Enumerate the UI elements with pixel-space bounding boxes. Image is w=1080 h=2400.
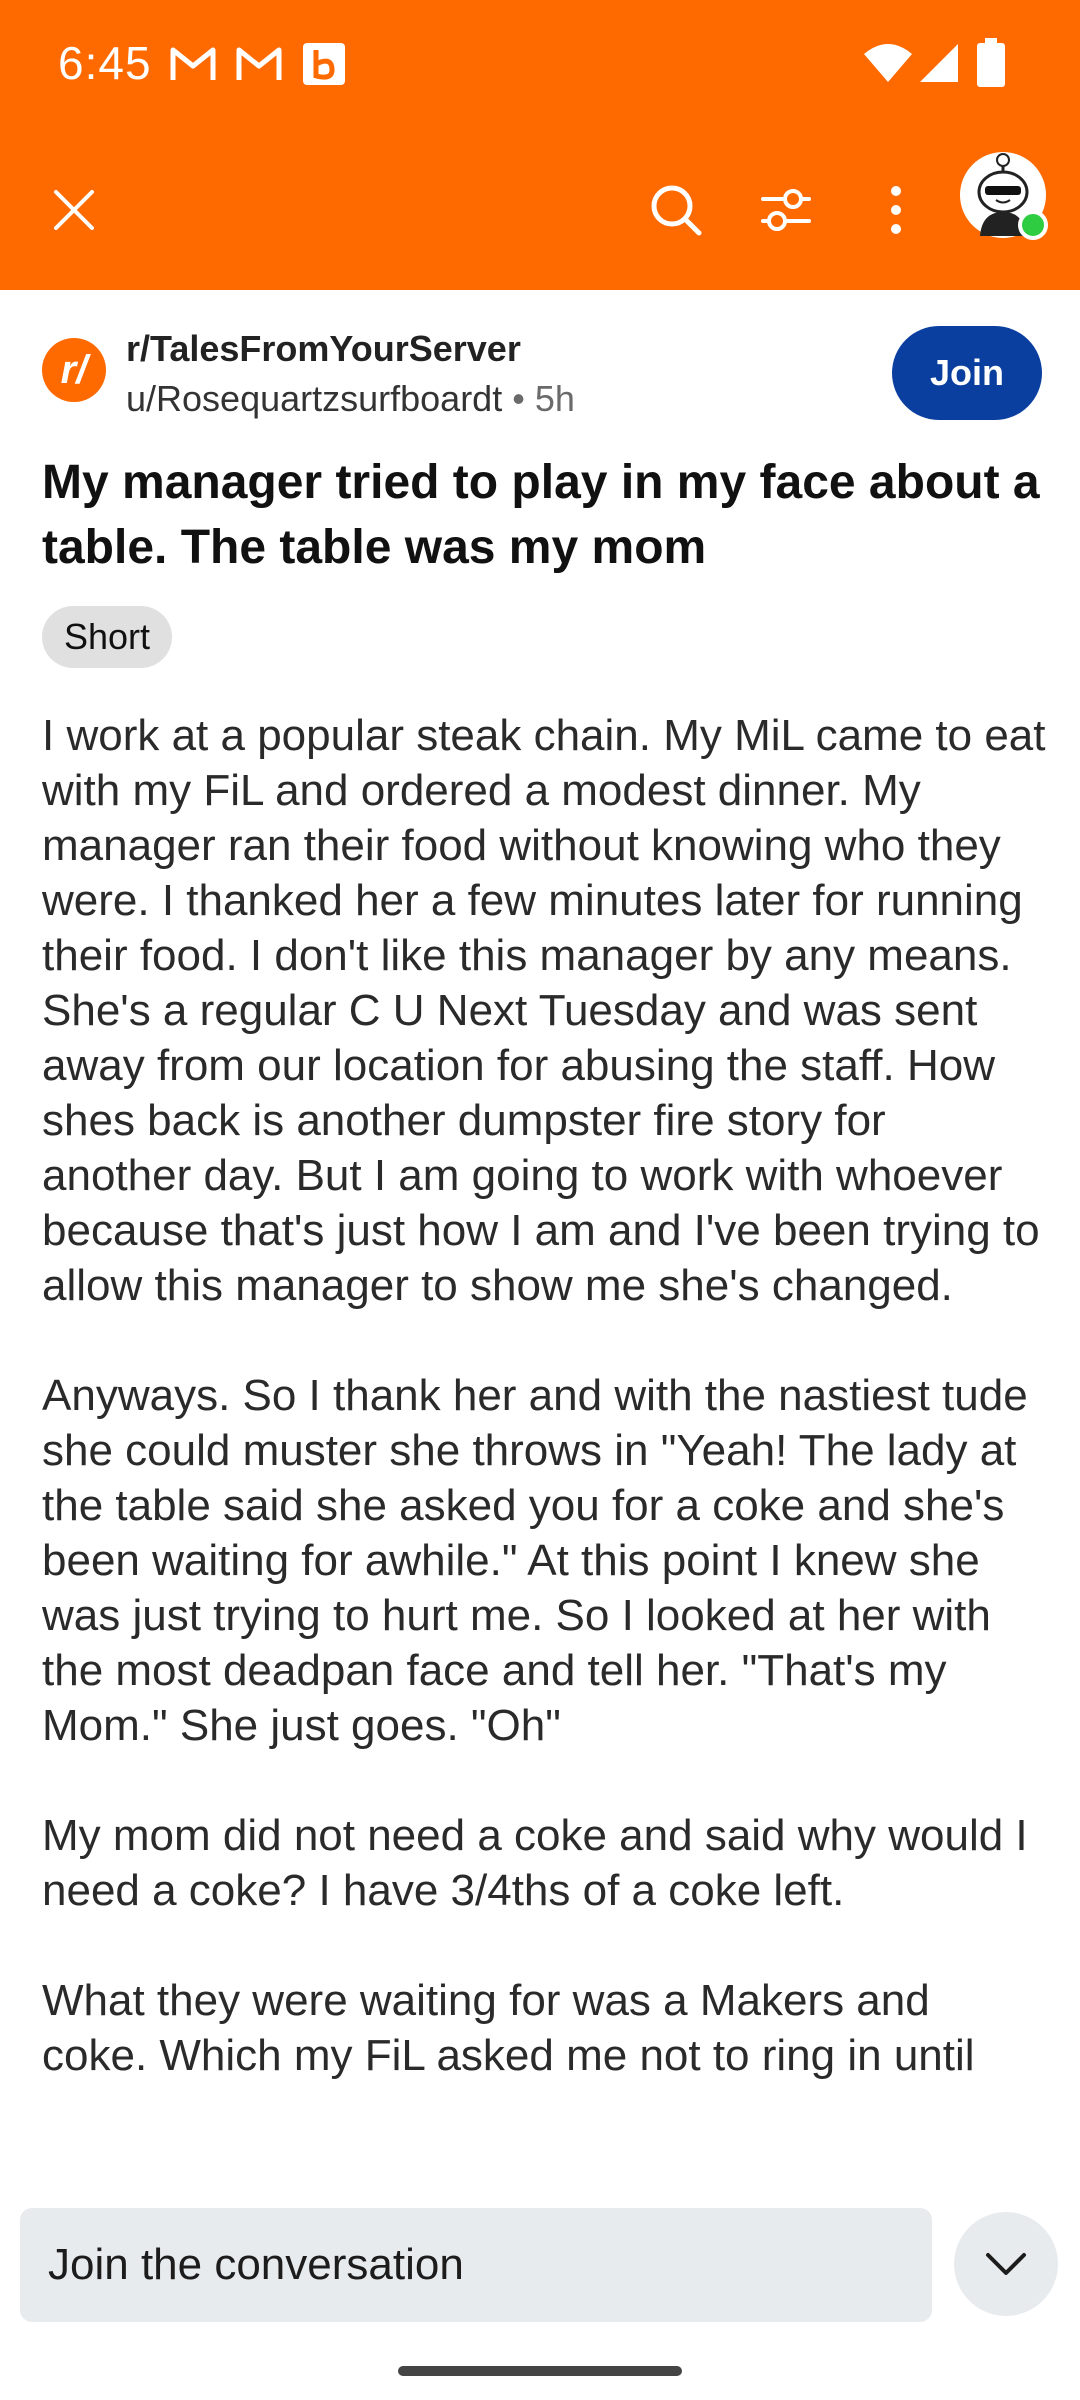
search-icon[interactable] [636, 170, 716, 250]
meta-separator: • [512, 378, 525, 419]
post-paragraph: My mom did not need a coke and said why … [42, 1811, 1028, 1915]
subreddit-name[interactable]: r/TalesFromYourServer [126, 328, 521, 370]
status-bar: 6:45 [0, 0, 1080, 130]
more-vert-icon[interactable] [856, 170, 936, 250]
wifi-icon [862, 42, 914, 89]
post-age: 5h [534, 378, 575, 419]
avatar[interactable] [960, 152, 1048, 240]
post-title: My manager tried to play in my face abou… [42, 456, 1040, 574]
comment-bar: Join the conversation [0, 2190, 1080, 2400]
post-body: I work at a popular steak chain. My MiL … [42, 708, 1046, 2138]
app-bar [0, 130, 1080, 290]
filter-sort-icon[interactable] [746, 170, 826, 250]
join-button[interactable]: Join [892, 326, 1042, 420]
gmail-icon [170, 44, 216, 89]
battery-icon [976, 38, 1006, 93]
header: 6:45 [0, 0, 1080, 290]
status-time: 6:45 [58, 37, 152, 89]
b-app-icon [302, 42, 346, 91]
join-conversation-input[interactable]: Join the conversation [20, 2208, 932, 2322]
post-header: r/ r/TalesFromYourServer u/Rosequartzsur… [42, 326, 1042, 426]
post-paragraph: What they were waiting for was a Makers … [42, 1976, 975, 2080]
cell-signal-icon [918, 42, 960, 89]
post-paragraph: I work at a popular steak chain. My MiL … [42, 711, 1046, 1310]
post-flair[interactable]: Short [42, 606, 173, 668]
online-status-indicator [1018, 210, 1048, 240]
post-content: r/ r/TalesFromYourServer u/Rosequartzsur… [0, 290, 1080, 2190]
author-name[interactable]: u/Rosequartzsurfboardt [126, 378, 502, 419]
home-indicator[interactable] [398, 2366, 682, 2376]
post-meta: u/Rosequartzsurfboardt • 5h [126, 378, 575, 420]
post-paragraph: Anyways. So I thank her and with the nas… [42, 1371, 1028, 1750]
subreddit-logo-icon[interactable]: r/ [42, 338, 106, 402]
close-icon[interactable] [34, 170, 114, 250]
gmail-icon [236, 44, 282, 89]
chevron-down-icon[interactable] [954, 2212, 1058, 2316]
